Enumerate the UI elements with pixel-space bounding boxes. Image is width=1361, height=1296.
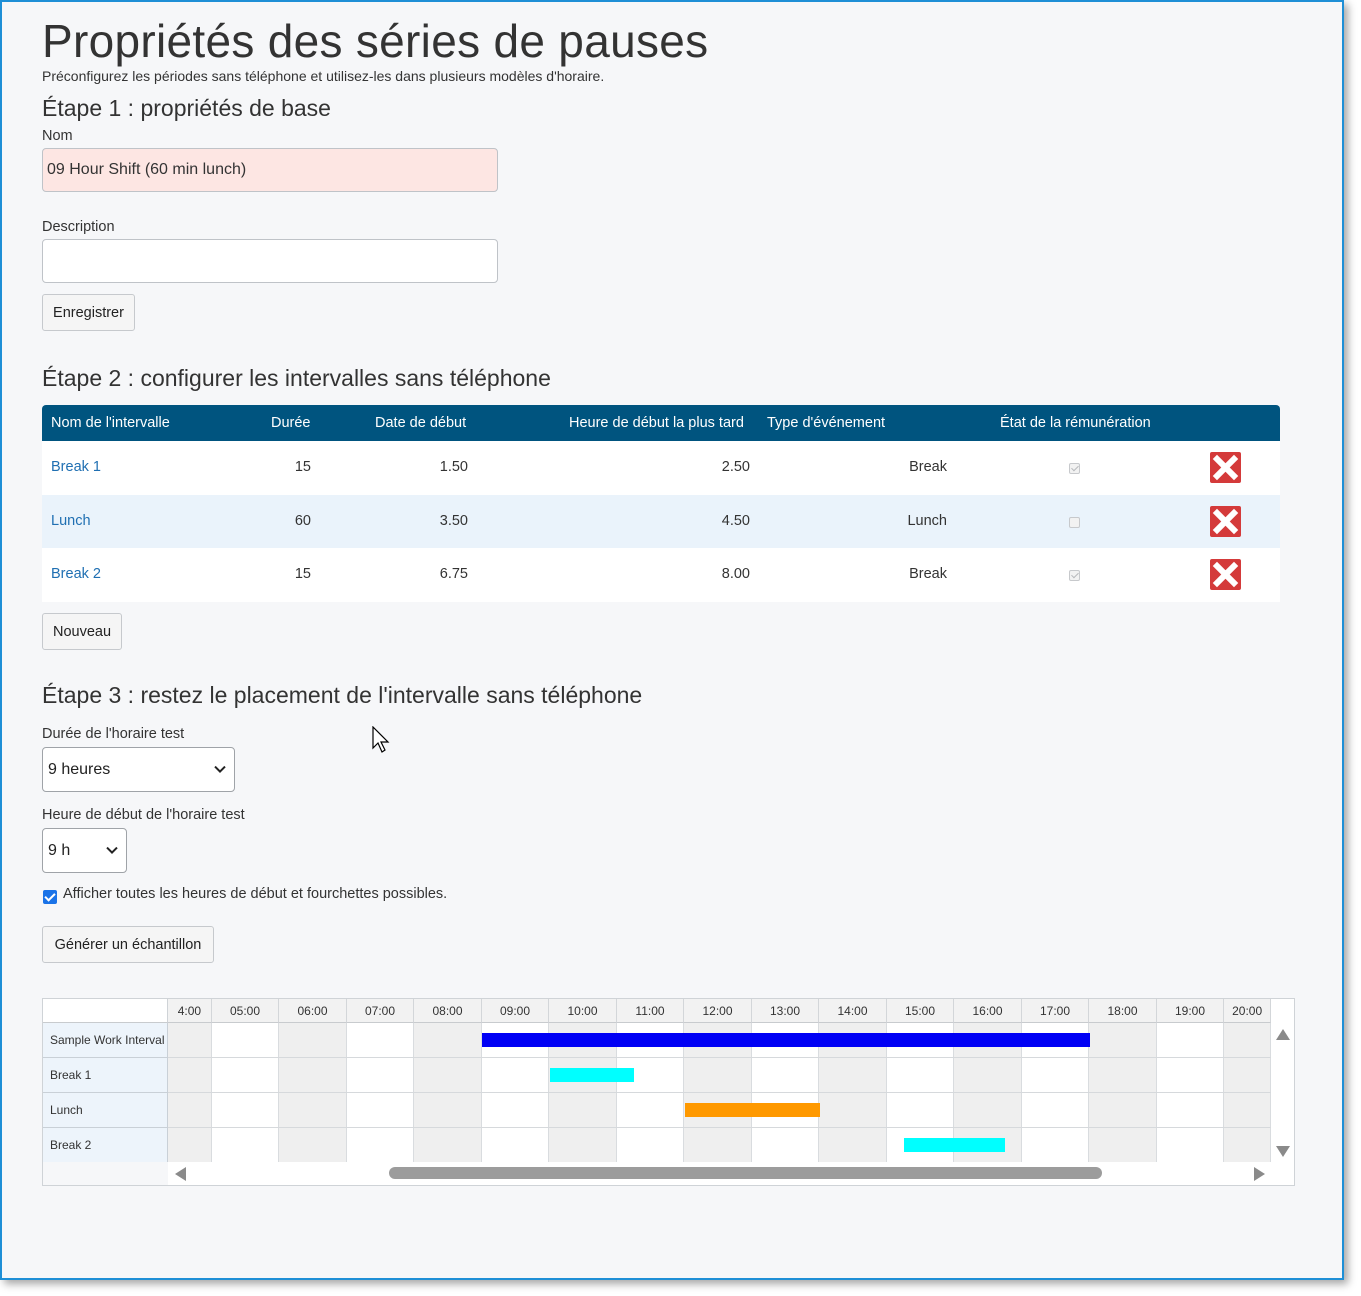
vertical-scrollbar[interactable] xyxy=(1271,1023,1294,1162)
delete-button[interactable] xyxy=(1210,505,1241,537)
gantt-corner xyxy=(43,999,168,1023)
paid-checkbox xyxy=(1069,463,1080,474)
close-icon xyxy=(1212,561,1239,588)
col-duration[interactable]: Durée xyxy=(271,415,311,431)
table-row: Break 1 15 1.50 2.50 Break xyxy=(42,441,1280,495)
event-type-cell: Break xyxy=(909,566,947,582)
gantt-row-divider xyxy=(168,1057,1271,1058)
gantt-bar-lunch[interactable] xyxy=(684,1103,820,1117)
show-all-label[interactable]: Afficher toutes les heures de début et f… xyxy=(63,886,447,902)
gantt-hour-label: 17:00 xyxy=(1021,999,1090,1023)
table-row: Lunch 60 3.50 4.50 Lunch xyxy=(42,494,1280,548)
duration-cell: 15 xyxy=(294,459,311,475)
duration-cell: 15 xyxy=(294,566,311,582)
col-pay-status[interactable]: État de la rémunération xyxy=(1000,415,1151,431)
new-interval-button[interactable]: Nouveau xyxy=(42,613,122,650)
gantt-hour-label: 16:00 xyxy=(954,999,1022,1023)
delete-button[interactable] xyxy=(1210,452,1241,483)
test-duration-label: Durée de l'horaire test xyxy=(42,726,185,742)
scroll-left-icon[interactable] xyxy=(175,1167,186,1181)
event-type-cell: Break xyxy=(909,459,947,475)
gantt-row-label: Lunch xyxy=(43,1093,168,1128)
start-date-cell: 6.75 xyxy=(439,566,468,582)
description-label: Description xyxy=(42,219,115,235)
gantt-bar-sample-work-interval[interactable] xyxy=(482,1033,1090,1047)
gantt-bar-break-1[interactable] xyxy=(549,1068,635,1082)
latest-start-cell: 4.50 xyxy=(721,512,750,529)
gantt-hour-label: 14:00 xyxy=(819,999,887,1023)
gantt-row-divider xyxy=(168,1092,1271,1093)
gantt-hour-label: 15:00 xyxy=(886,999,955,1023)
gantt-hour-label: 10:00 xyxy=(549,999,617,1023)
scroll-thumb[interactable] xyxy=(389,1167,1102,1179)
test-start-label: Heure de début de l'horaire test xyxy=(42,807,245,823)
gantt-hour-label: 13:00 xyxy=(751,999,820,1023)
gantt-row-divider xyxy=(168,1127,1271,1128)
chevron-down-icon xyxy=(106,846,118,854)
scroll-down-icon[interactable] xyxy=(1276,1146,1290,1157)
intervals-table: Nom de l'intervalle Durée Date de début … xyxy=(42,405,1280,602)
page-title: Propriétés des séries de pauses xyxy=(42,15,709,67)
scroll-corner xyxy=(43,1162,168,1185)
event-type-cell: Lunch xyxy=(907,512,947,529)
gantt-hour-label: 12:00 xyxy=(684,999,752,1023)
show-all-checkbox[interactable] xyxy=(43,890,57,904)
gantt-hour-label: 19:00 xyxy=(1156,999,1225,1023)
page-subtitle: Préconfigurez les périodes sans téléphon… xyxy=(42,68,605,84)
scroll-up-icon[interactable] xyxy=(1276,1029,1290,1040)
table-body: Break 1 15 1.50 2.50 Break Lunch 60 3.50 4.50 Lun… xyxy=(42,441,1280,602)
col-latest-start[interactable]: Heure de début la plus tard xyxy=(569,415,744,431)
gantt-hour-label: 20:00 xyxy=(1224,999,1271,1023)
paid-checkbox xyxy=(1069,516,1080,528)
interval-name-link[interactable]: Break 1 xyxy=(51,459,101,475)
gantt-hour-label: 11:00 xyxy=(616,999,685,1023)
chevron-down-icon xyxy=(214,765,226,773)
col-start-date[interactable]: Date de début xyxy=(375,415,466,431)
start-date-cell: 3.50 xyxy=(439,512,468,529)
mouse-cursor-icon xyxy=(372,726,390,753)
interval-name-link[interactable]: Break 2 xyxy=(51,566,101,582)
paid-checkbox xyxy=(1069,570,1080,581)
scroll-right-icon[interactable] xyxy=(1254,1167,1265,1181)
save-button[interactable]: Enregistrer xyxy=(42,294,135,331)
step1-heading: Étape 1 : propriétés de base xyxy=(42,95,331,121)
gantt-bar-break-2[interactable] xyxy=(904,1138,1006,1152)
gantt-hour-label: 08:00 xyxy=(414,999,482,1023)
horizontal-scrollbar[interactable] xyxy=(168,1162,1271,1185)
test-start-value: 9 h xyxy=(48,841,71,859)
gantt-row-label: Break 1 xyxy=(43,1058,168,1093)
close-icon xyxy=(1212,454,1239,481)
delete-button[interactable] xyxy=(1210,559,1241,590)
name-label: Nom xyxy=(42,128,73,144)
gantt-hour-label: 05:00 xyxy=(211,999,280,1023)
name-input[interactable] xyxy=(42,148,498,192)
latest-start-cell: 2.50 xyxy=(721,459,750,475)
gantt-hour-label: 4:00 xyxy=(168,999,212,1023)
duration-cell: 60 xyxy=(294,512,311,529)
gantt-hour-label: 06:00 xyxy=(279,999,347,1023)
col-name[interactable]: Nom de l'intervalle xyxy=(51,415,170,431)
start-date-cell: 1.50 xyxy=(439,459,468,475)
close-icon xyxy=(1212,508,1239,534)
gantt-row-label: Sample Work Interval xyxy=(43,1023,168,1058)
step3-heading: Étape 3 : restez le placement de l'inter… xyxy=(42,682,643,708)
test-duration-value: 9 heures xyxy=(48,760,111,778)
latest-start-cell: 8.00 xyxy=(721,566,750,582)
gantt-hour-label: 09:00 xyxy=(481,999,550,1023)
gantt-chart: 4:00 05:00 06:00 07:00 08:00 09:00 10:00 11:00 1… xyxy=(42,998,1295,1186)
test-start-select[interactable]: 9 h xyxy=(42,828,127,873)
step2-heading: Étape 2 : configurer les intervalles san… xyxy=(42,365,551,391)
gantt-row-label: Break 2 xyxy=(43,1128,168,1163)
window-frame: Propriétés des séries de pauses Préconfi… xyxy=(0,0,1344,1280)
col-event-type[interactable]: Type d'événement xyxy=(767,415,885,431)
gantt-hour-label: 18:00 xyxy=(1089,999,1157,1023)
description-input[interactable] xyxy=(42,239,498,283)
table-header: Nom de l'intervalle Durée Date de début … xyxy=(42,405,1280,441)
table-row: Break 2 15 6.75 8.00 Break xyxy=(42,548,1280,602)
gantt-hour-label: 07:00 xyxy=(346,999,415,1023)
test-duration-select[interactable]: 9 heures xyxy=(42,747,235,792)
interval-name-link[interactable]: Lunch xyxy=(51,513,91,529)
generate-sample-button[interactable]: Générer un échantillon xyxy=(42,926,214,963)
